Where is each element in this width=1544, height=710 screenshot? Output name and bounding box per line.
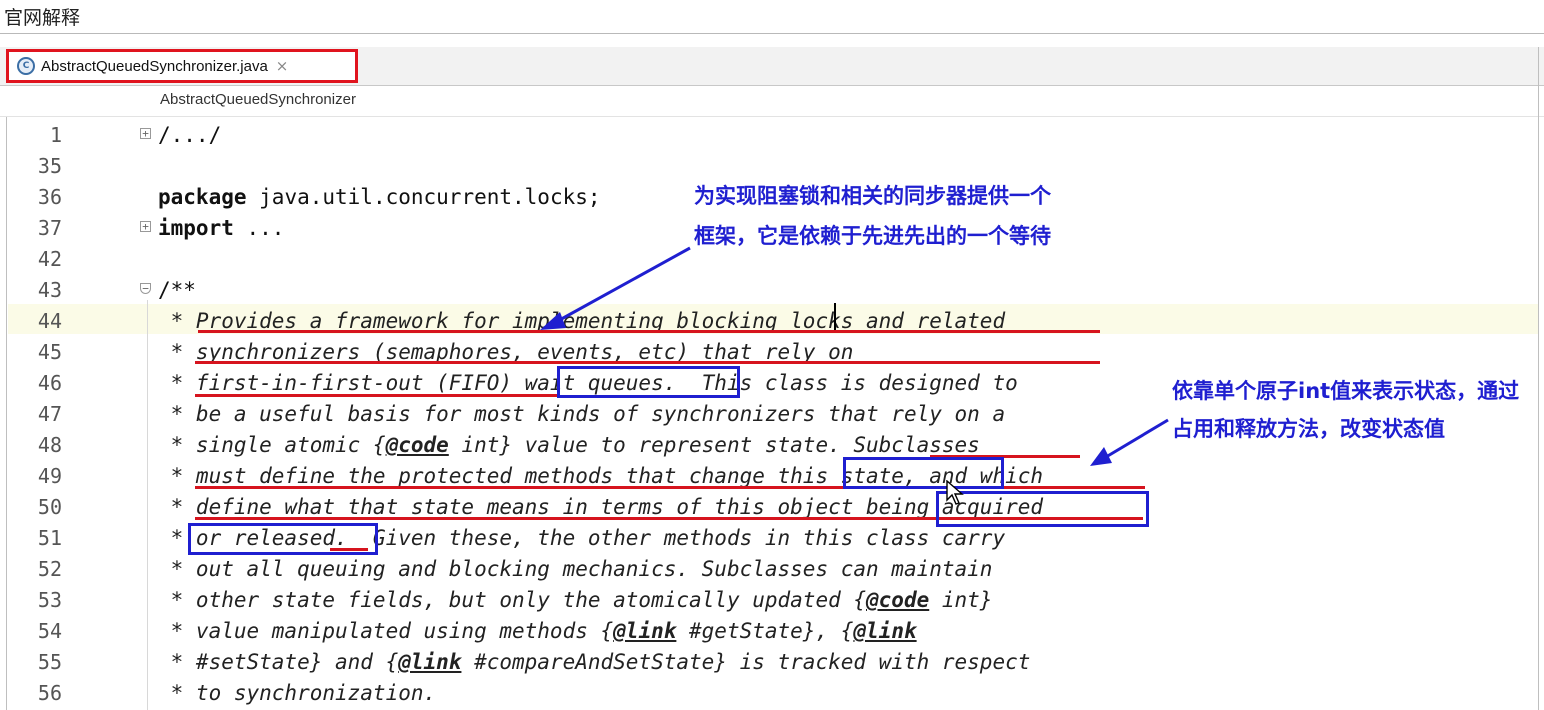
arrow-to-framework — [540, 246, 691, 330]
arrow-to-state — [1090, 418, 1169, 466]
mouse-pointer-icon — [946, 480, 964, 505]
annotation-arrows — [540, 246, 1169, 466]
